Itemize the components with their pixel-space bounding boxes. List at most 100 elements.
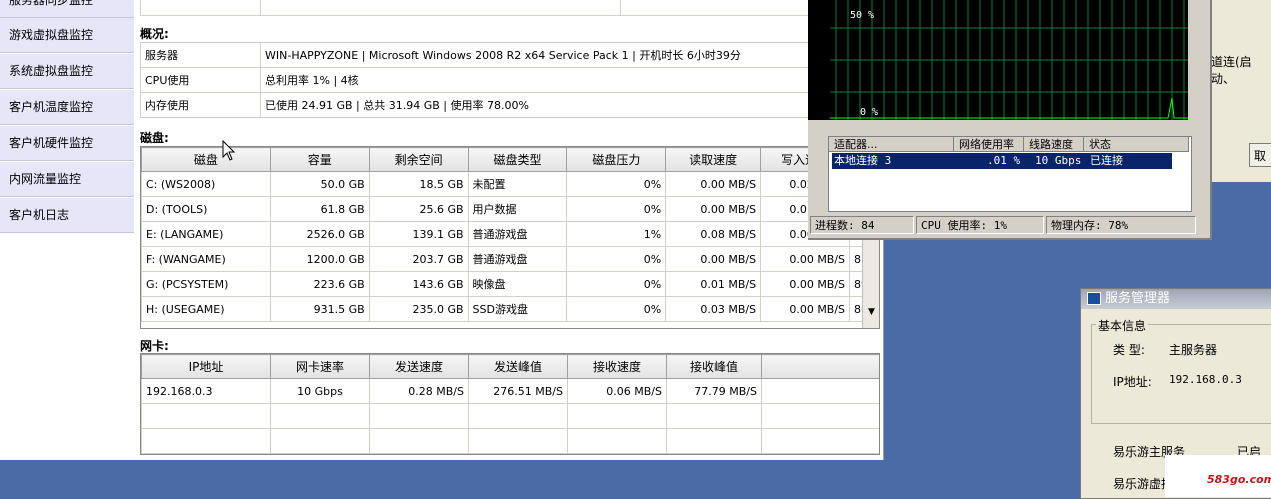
status-cpu: CPU 使用率: 1% [916, 216, 1044, 234]
overview-value: WIN-HAPPYZONE | Microsoft Windows 2008 R… [260, 42, 880, 68]
nic-col-ip[interactable]: IP地址 [141, 354, 271, 379]
disk-table-container: 磁盘 容量 剩余空间 磁盘类型 磁盘压力 读取速度 写入速度 缓 C: (WS2… [140, 146, 880, 329]
watermark-text: 583go.com [1207, 473, 1271, 486]
overview-value: 已使用 24.91 GB | 总共 31.94 GB | 使用率 78.00% [260, 92, 880, 118]
server-type-label: 类 型: [1113, 343, 1145, 357]
disk-cell: 0.00 MB/S [760, 271, 851, 297]
adapter-name: 本地连接 3 [834, 154, 892, 167]
disk-cell: 139.1 GB [368, 221, 469, 247]
disk-cell: 0.00 MB/S [760, 246, 851, 272]
graph-label-50: 50 % [850, 10, 875, 21]
disk-cell: 0.00 MB/S [665, 246, 762, 272]
table-row[interactable]: C: (WS2008) 50.0 GB 18.5 GB 未配置 0% 0.00 … [141, 171, 879, 197]
network-graph-svg [830, 0, 1188, 120]
overview-row-cpu: CPU使用 总利用率 1% | 4核 [140, 67, 880, 93]
disk-cell: 1% [566, 221, 667, 247]
adapter-col-state[interactable]: 状态 [1084, 137, 1189, 152]
disk-col-pressure[interactable]: 磁盘压力 [566, 147, 667, 172]
table-row[interactable]: D: (TOOLS) 61.8 GB 25.6 GB 用户数据 0% 0.00 … [141, 196, 879, 222]
service-manager-title: 服务管理器 [1105, 291, 1171, 306]
service-manager-titlebar[interactable]: 服务管理器 [1081, 289, 1271, 309]
sidebar-item-client-temp[interactable]: 客户机温度监控 [0, 90, 134, 125]
nic-table: IP地址 网卡速率 发送速度 发送峰值 接收速度 接收峰值 192.168.0.… [141, 354, 879, 454]
status-memory: 物理内存: 78% [1046, 216, 1196, 234]
disk-title: 磁盘: [140, 131, 169, 145]
nic-cell: 192.168.0.3 [141, 378, 271, 404]
sidebar-item-system-vdisk[interactable]: 系统虚拟盘监控 [0, 54, 134, 89]
sidebar-item-game-vdisk[interactable]: 游戏虚拟盘监控 [0, 18, 134, 53]
disk-cell: 18.5 GB [368, 171, 469, 197]
disk-cell: E: (LANGAME) [141, 221, 271, 247]
network-graph [830, 0, 1188, 120]
disk-col-read[interactable]: 读取速度 [665, 147, 762, 172]
disk-cell: 普通游戏盘 [467, 221, 568, 247]
disk-cell: 映像盘 [467, 271, 568, 297]
disk-cell: SSD游戏盘 [467, 296, 568, 322]
disk-cell: 0% [566, 271, 667, 297]
table-row[interactable]: H: (USEGAME) 931.5 GB 235.0 GB SSD游戏盘 0%… [141, 296, 879, 322]
adapter-col-speed[interactable]: 线路速度 [1024, 137, 1084, 152]
disk-cell: 223.6 GB [269, 271, 370, 297]
nic-header-row: IP地址 网卡速率 发送速度 发送峰值 接收速度 接收峰值 [141, 354, 879, 379]
table-row[interactable]: G: (PCSYSTEM) 223.6 GB 143.6 GB 映像盘 0% 0… [141, 271, 879, 297]
background-window-button[interactable]: 取 [1249, 143, 1271, 167]
sidebar-item-client-hardware[interactable]: 客户机硬件监控 [0, 126, 134, 161]
nic-cell [761, 378, 879, 404]
disk-cell: 1200.0 GB [269, 246, 370, 272]
nic-cell: 10 Gbps [270, 378, 370, 404]
scroll-down-icon[interactable]: ▼ [865, 305, 878, 319]
disk-col-free[interactable]: 剩余空间 [368, 147, 469, 172]
disk-cell: 未配置 [467, 171, 568, 197]
app-icon [1087, 292, 1101, 305]
mouse-cursor-icon [222, 140, 236, 161]
ip-value: 192.168.0.3 [1169, 373, 1242, 386]
background-window: 道连(启动、 取 [1211, 0, 1271, 182]
nic-cell: 276.51 MB/S [468, 378, 568, 404]
nic-col-recv-peak[interactable]: 接收峰值 [666, 354, 762, 379]
adapter-col-name[interactable]: 适配器... [829, 137, 954, 152]
overview-label: 服务器 [140, 42, 261, 68]
disk-header-row: 磁盘 容量 剩余空间 磁盘类型 磁盘压力 读取速度 写入速度 缓 [141, 147, 879, 172]
nic-col-speed[interactable]: 网卡速率 [270, 354, 370, 379]
overview-row-memory: 内存使用 已使用 24.91 GB | 总共 31.94 GB | 使用率 78… [140, 92, 880, 118]
disk-cell: 61.8 GB [269, 196, 370, 222]
disk-cell: 203.7 GB [368, 246, 469, 272]
ip-label: IP地址: [1113, 375, 1152, 389]
nic-title: 网卡: [140, 339, 169, 353]
top-remnant-table [140, 0, 880, 16]
disk-cell: 143.6 GB [368, 271, 469, 297]
disk-cell: G: (PCSYSTEM) [141, 271, 271, 297]
disk-cell: 0% [566, 296, 667, 322]
disk-cell: 0.00 MB/S [760, 296, 851, 322]
graph-axis-area [808, 0, 830, 120]
adapter-row-selected[interactable]: 本地连接 3 .01 % 10 Gbps 已连接 [832, 153, 1172, 169]
nic-col-send[interactable]: 发送速度 [369, 354, 469, 379]
adapter-list: 适配器... 网络使用率 线路速度 状态 本地连接 3 .01 % 10 Gbp… [828, 136, 1192, 212]
table-row[interactable]: E: (LANGAME) 2526.0 GB 139.1 GB 普通游戏盘 1%… [141, 221, 879, 247]
adapter-state: 已连接 [1090, 154, 1123, 167]
disk-cell: 0% [566, 171, 667, 197]
disk-cell: 0% [566, 196, 667, 222]
table-row [141, 428, 879, 454]
nic-table-container: IP地址 网卡速率 发送速度 发送峰值 接收速度 接收峰值 192.168.0.… [140, 353, 880, 455]
disk-col-type[interactable]: 磁盘类型 [467, 147, 568, 172]
overview-table: 服务器 WIN-HAPPYZONE | Microsoft Windows 20… [140, 42, 880, 118]
disk-cell: 用户数据 [467, 196, 568, 222]
overview-value: 总利用率 1% | 4核 [260, 67, 880, 93]
sidebar-item-server-sync[interactable]: 服务器同步监控 [0, 0, 134, 18]
sidebar-item-lan-traffic[interactable]: 内网流量监控 [0, 162, 134, 197]
nic-col-send-peak[interactable]: 发送峰值 [468, 354, 568, 379]
main-panel: 概况: 服务器 WIN-HAPPYZONE | Microsoft Window… [134, 0, 884, 460]
disk-col-capacity[interactable]: 容量 [269, 147, 370, 172]
disk-cell: 0.03 MB/S [665, 296, 762, 322]
adapter-speed: 10 Gbps [1035, 154, 1082, 167]
sidebar-item-client-log[interactable]: 客户机日志 [0, 198, 134, 233]
disk-cell: 普通游戏盘 [467, 246, 568, 272]
table-row[interactable]: 192.168.0.3 10 Gbps 0.28 MB/S 276.51 MB/… [141, 378, 879, 404]
adapter-col-usage[interactable]: 网络使用率 [954, 137, 1024, 152]
nic-col-recv[interactable]: 接收速度 [567, 354, 667, 379]
disk-cell: 2526.0 GB [269, 221, 370, 247]
table-row[interactable]: F: (WANGAME) 1200.0 GB 203.7 GB 普通游戏盘 0%… [141, 246, 879, 272]
disk-col-name[interactable]: 磁盘 [141, 147, 271, 172]
nic-cell: 0.06 MB/S [567, 378, 667, 404]
